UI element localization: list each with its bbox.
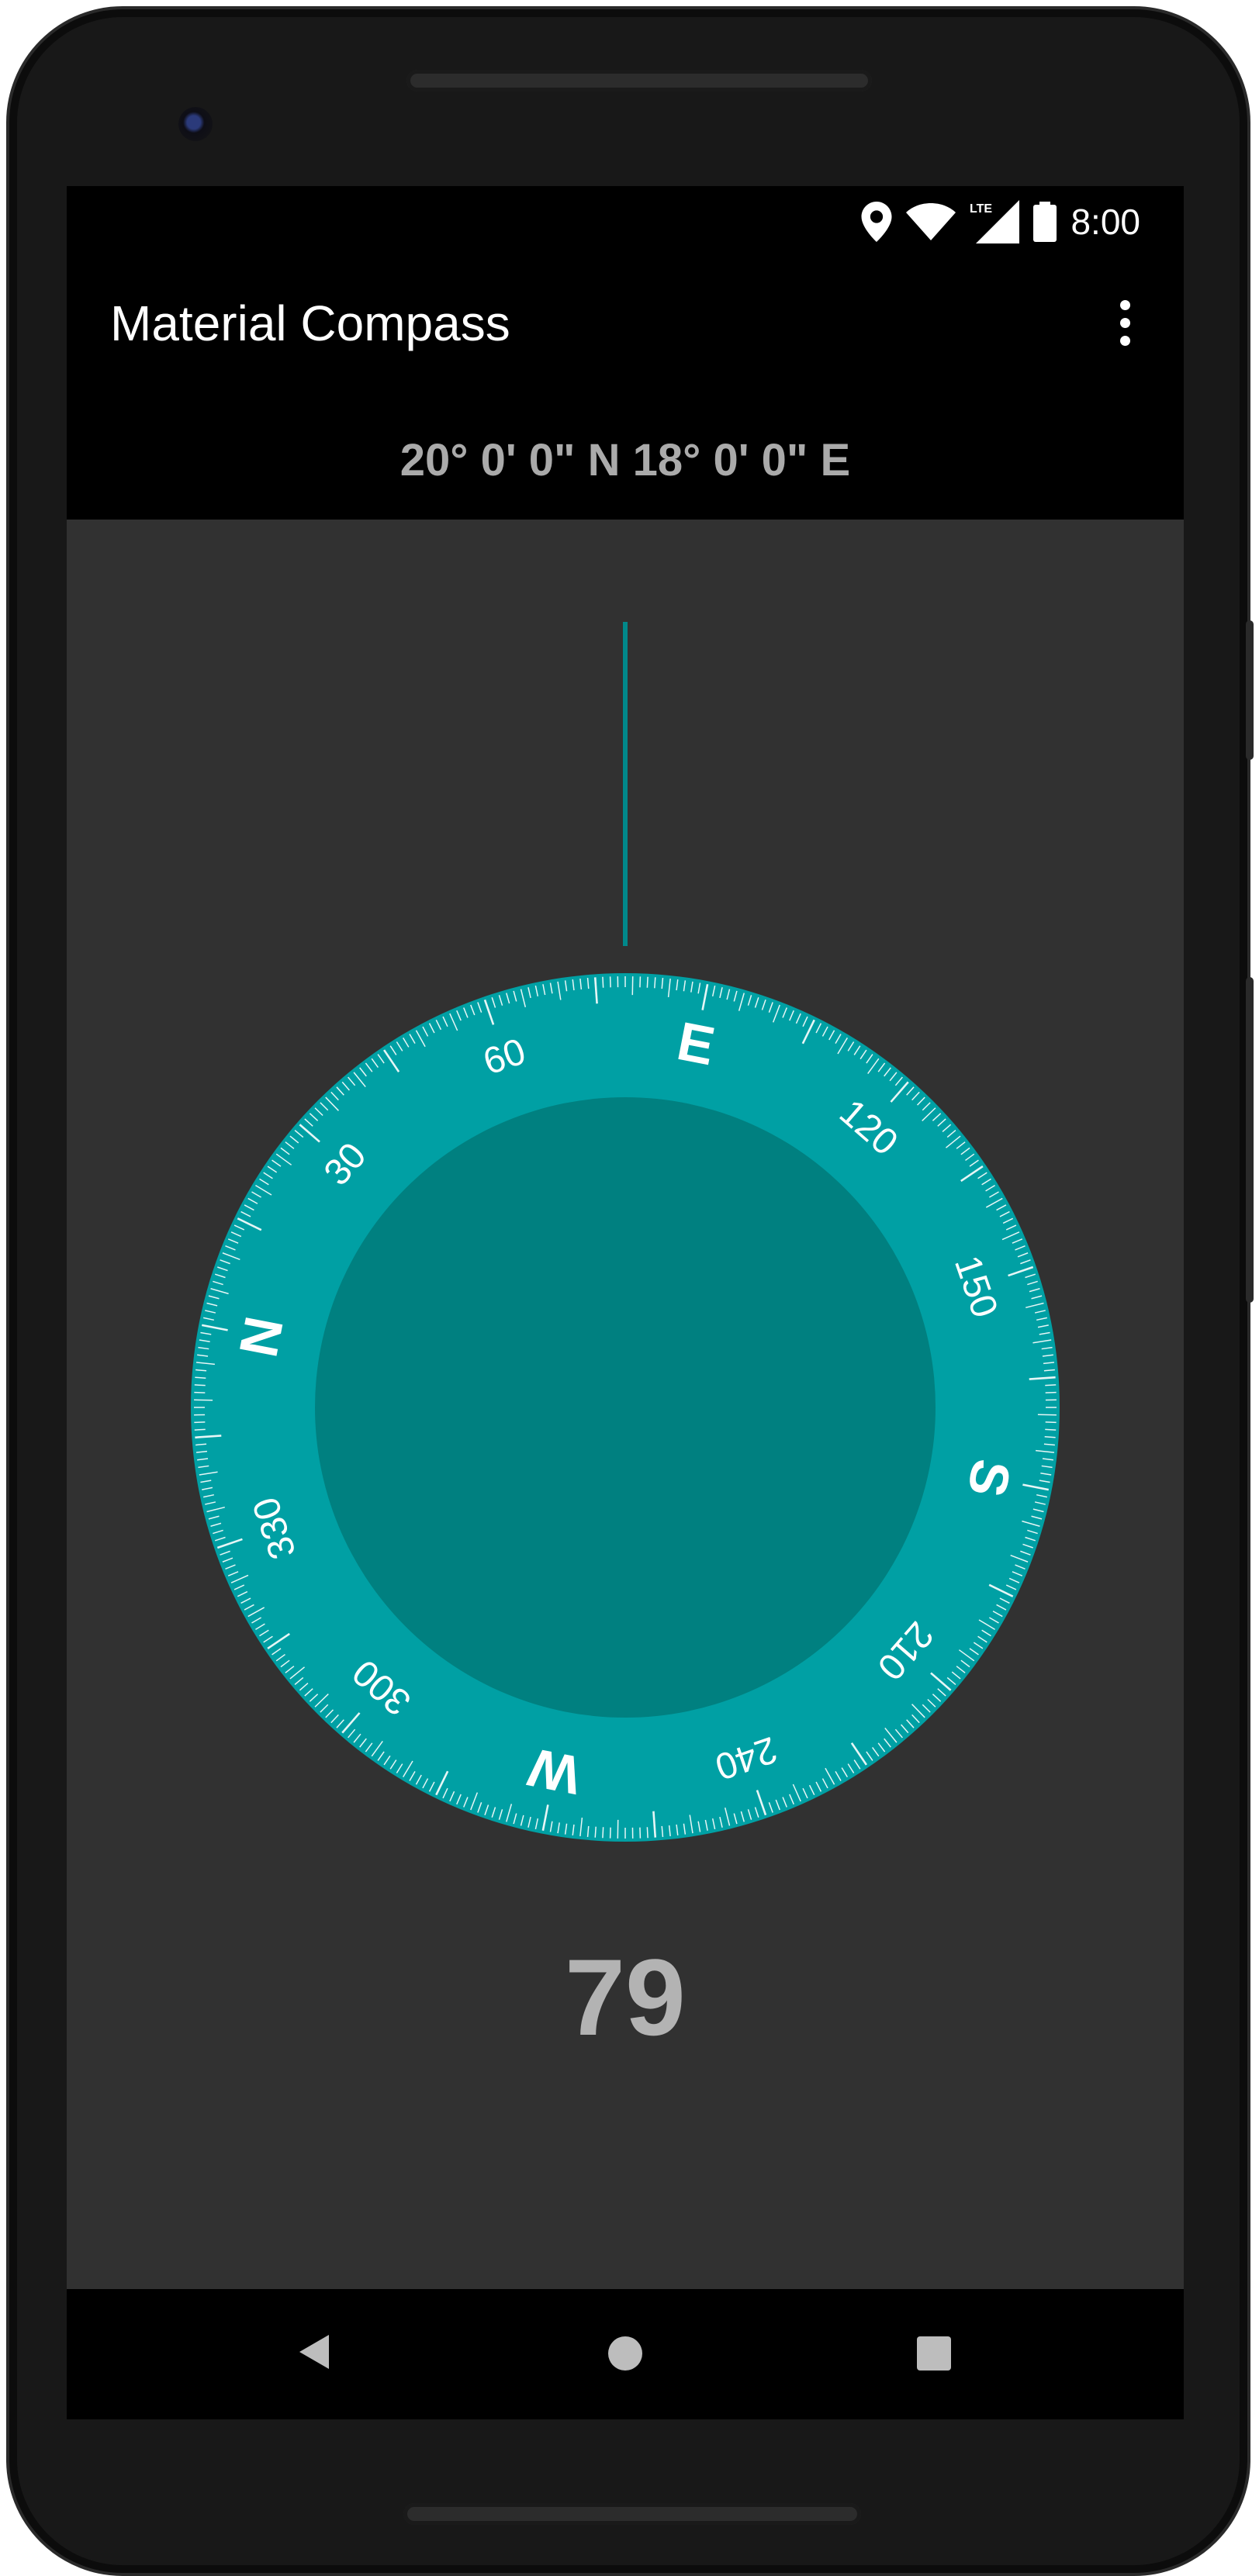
menu-dot-icon [1119,299,1130,310]
battery-icon [1033,202,1057,242]
location-coordinates: 20° 0' 0" N 18° 0' 0" E [399,435,851,485]
lte-signal-icon: LTE [970,200,1020,243]
compass-tick [1045,1428,1057,1431]
compass-tick [602,976,604,988]
compass-tick [1045,1384,1057,1386]
compass-tick [194,1384,206,1386]
coordinates-bar: 20° 0' 0" N 18° 0' 0" E [67,411,1184,520]
compass-tick [194,1428,206,1431]
compass-tick [646,1827,649,1839]
recent-apps-icon[interactable] [917,2336,951,2371]
back-icon[interactable] [299,2335,329,2369]
screen: LTE 8:00 Material Compass 20° 0' 0" N 18… [67,186,1184,2419]
compass-dial: NESW3060120150210240300330 [191,973,1060,1842]
location-pin-icon [861,202,892,242]
volume-button [1246,977,1254,1303]
power-button [1246,620,1254,760]
status-icons: LTE 8:00 [861,200,1140,243]
heading-indicator [623,622,628,946]
front-camera [178,107,213,141]
compass-tick [195,1376,206,1379]
lte-label: LTE [970,202,992,216]
app-title: Material Compass [110,295,510,351]
compass-tick [602,1827,604,1839]
overflow-menu-button[interactable] [1097,287,1153,358]
menu-dot-icon [1119,335,1130,346]
compass-tick [646,976,649,988]
menu-dot-icon [1119,317,1130,328]
earpiece-speaker [406,70,872,92]
home-icon[interactable] [608,2336,642,2371]
app-bar: Material Compass [67,256,1184,411]
heading-degrees: 79 [565,1936,686,2058]
compass-face [315,1097,936,1718]
compass-tick [594,1826,597,1838]
wifi-icon [906,203,956,240]
bottom-speaker [403,2503,861,2525]
compass-tick [1044,1436,1056,1438]
navigation-bar [67,2289,1184,2419]
status-time: 8:00 [1070,202,1140,242]
status-bar: LTE 8:00 [67,186,1184,256]
